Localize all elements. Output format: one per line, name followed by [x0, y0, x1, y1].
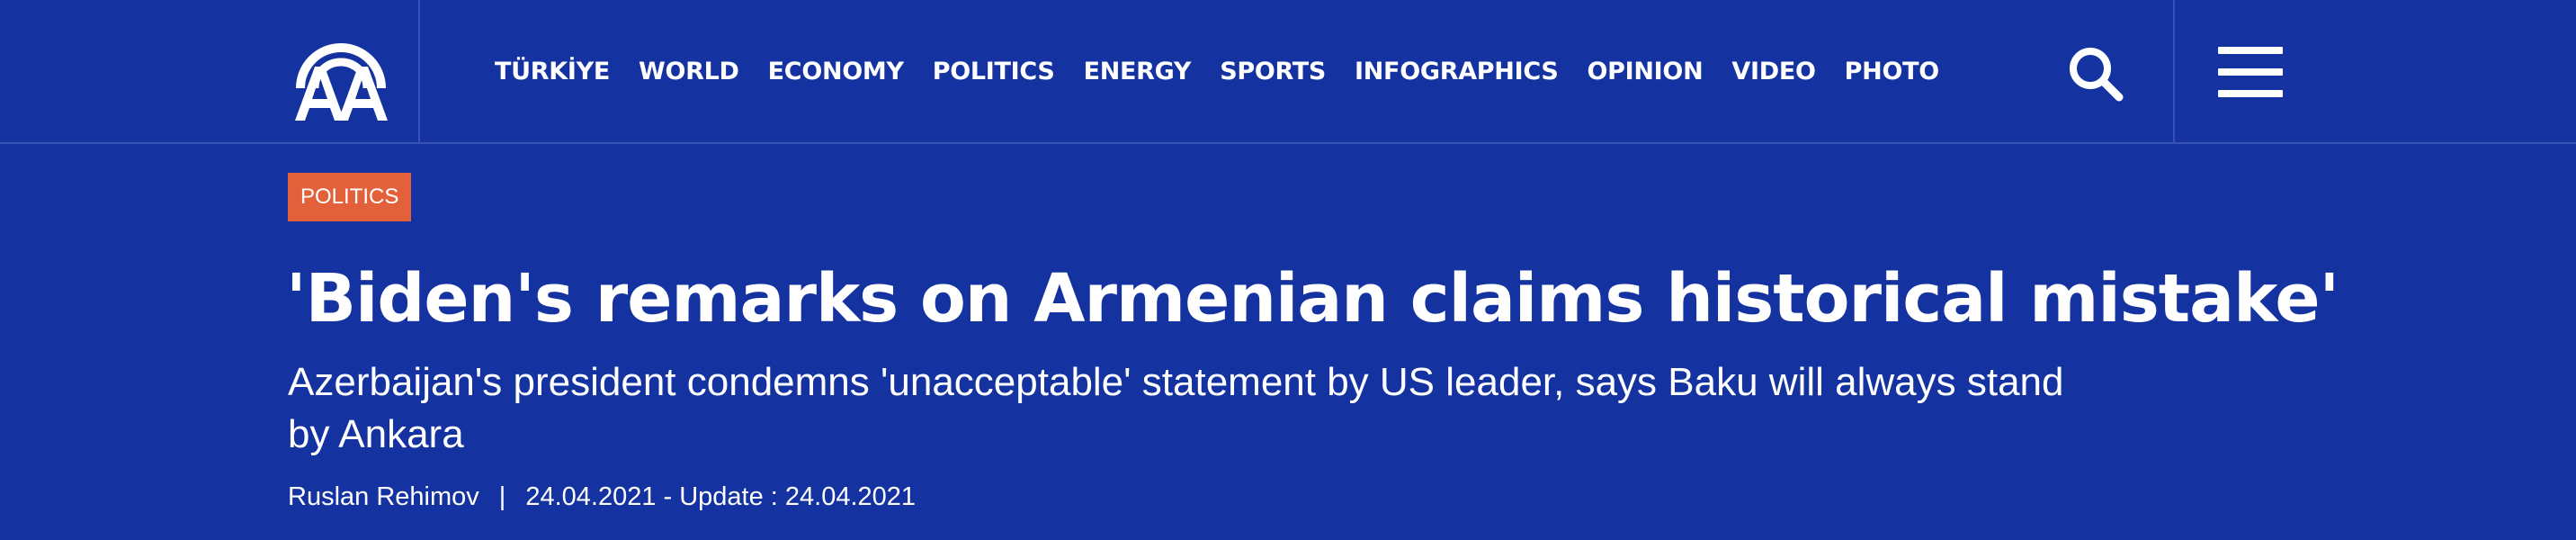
- aa-logo[interactable]: [288, 20, 394, 126]
- nav-item-opinion[interactable]: OPINION: [1588, 54, 1704, 90]
- nav-item-world[interactable]: WORLD: [639, 54, 739, 90]
- hamburger-menu-icon: [2218, 47, 2283, 54]
- nav-item-video[interactable]: VIDEO: [1731, 54, 1816, 90]
- search-button[interactable]: [2067, 45, 2124, 103]
- nav-item-infographics[interactable]: INFOGRAPHICS: [1355, 54, 1559, 90]
- nav-item-turkiye[interactable]: TÜRKİYE: [495, 54, 610, 90]
- byline: Ruslan Rehimov | 24.04.2021 - Update : 24.…: [288, 477, 916, 517]
- nav-item-politics[interactable]: POLITICS: [933, 54, 1055, 90]
- hamburger-menu-icon: [2218, 90, 2283, 97]
- header-divider-right: [2173, 0, 2175, 142]
- article-subtitle: Azerbaijan's president condemns 'unaccep…: [288, 360, 2064, 456]
- hamburger-menu-icon: [2218, 68, 2283, 76]
- page: TÜRKİYE WORLD ECONOMY POLITICS ENERGY SP…: [0, 0, 2576, 540]
- header-divider-left: [418, 0, 420, 142]
- nav-item-energy[interactable]: ENERGY: [1084, 54, 1192, 90]
- aa-logo-icon: [295, 43, 388, 121]
- main-nav: TÜRKİYE WORLD ECONOMY POLITICS ENERGY SP…: [495, 54, 1968, 90]
- publish-date: 24.04.2021 - Update : 24.04.2021: [525, 482, 917, 511]
- menu-button[interactable]: [2218, 45, 2283, 99]
- author-name[interactable]: Ruslan Rehimov: [288, 482, 479, 511]
- article-title: 'Biden's remarks on Armenian claims hist…: [286, 260, 2339, 338]
- nav-item-sports[interactable]: SPORTS: [1220, 54, 1326, 90]
- site-header: TÜRKİYE WORLD ECONOMY POLITICS ENERGY SP…: [0, 0, 2576, 144]
- nav-item-photo[interactable]: PHOTO: [1845, 54, 1940, 90]
- nav-item-economy[interactable]: ECONOMY: [768, 54, 904, 90]
- category-badge[interactable]: POLITICS: [288, 173, 412, 221]
- byline-separator: |: [498, 482, 506, 511]
- search-icon: [2070, 48, 2124, 102]
